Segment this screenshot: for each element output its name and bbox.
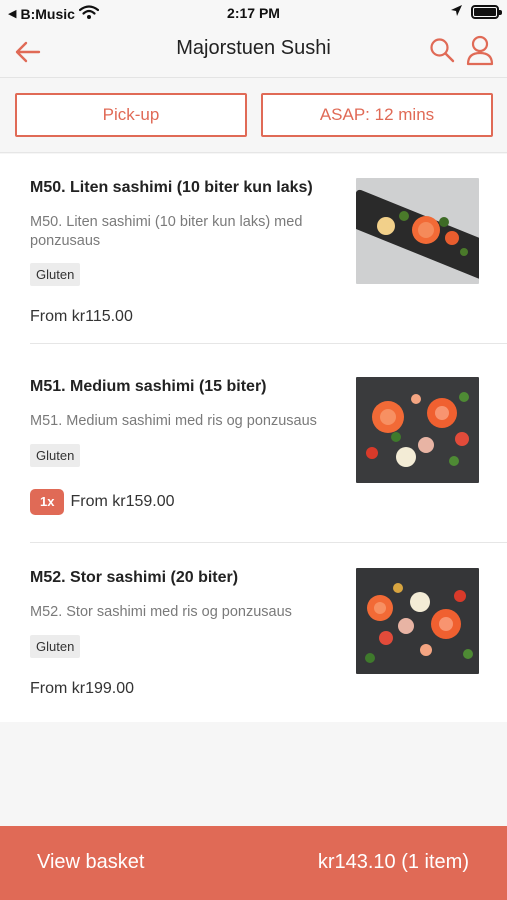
- view-basket-label: View basket: [37, 851, 145, 873]
- basket-total: kr143.10 (1 item): [317, 851, 469, 873]
- item-photo: [356, 568, 479, 674]
- item-photo: [356, 178, 479, 284]
- battery-icon: [471, 5, 502, 19]
- menu-item[interactable]: M52. Stor sashimi (20 biter) M52. Stor s…: [0, 544, 507, 734]
- order-options: Pick-up ASAP: 12 mins: [0, 79, 507, 153]
- item-title: M52. Stor sashimi (20 biter): [30, 569, 239, 586]
- user-icon[interactable]: [464, 34, 496, 66]
- item-title: M50. Liten sashimi (10 biter kun laks): [30, 179, 313, 196]
- quantity-badge: 1x: [30, 489, 65, 515]
- menu-item[interactable]: M51. Medium sashimi (15 biter) M51. Medi…: [0, 353, 507, 543]
- item-title: M51. Medium sashimi (15 biter): [30, 378, 267, 395]
- pickup-button[interactable]: Pick-up: [15, 93, 247, 137]
- menu-list: M50. Liten sashimi (10 biter kun laks) M…: [0, 154, 507, 722]
- item-description: M51. Medium sashimi med ris og ponzusaus: [30, 413, 317, 429]
- item-price: From kr159.00: [70, 493, 175, 510]
- menu-item[interactable]: M50. Liten sashimi (10 biter kun laks) M…: [0, 154, 507, 344]
- item-photo: [356, 377, 479, 483]
- item-price: From kr199.00: [30, 680, 135, 697]
- view-basket-bar[interactable]: View basket kr143.10 (1 item): [0, 826, 507, 900]
- price-row: From kr199.00: [30, 680, 134, 698]
- price-row: 1x From kr159.00: [30, 489, 175, 515]
- divider: [30, 542, 507, 543]
- allergen-tag: Gluten: [30, 444, 81, 467]
- status-bar: ◀ B:Music 2:17 PM: [0, 0, 507, 28]
- allergen-tag: Gluten: [30, 263, 81, 286]
- nav-bar: Majorstuen Sushi: [0, 28, 507, 78]
- item-description: M52. Stor sashimi med ris og ponzusaus: [30, 604, 292, 620]
- allergen-tag: Gluten: [30, 635, 81, 658]
- location-arrow-icon: [450, 4, 463, 20]
- search-icon[interactable]: [428, 36, 456, 64]
- item-price: From kr115.00: [30, 308, 133, 325]
- delivery-time-button[interactable]: ASAP: 12 mins: [261, 93, 493, 137]
- divider: [30, 343, 507, 344]
- status-right: [450, 4, 502, 20]
- item-description: M50. Liten sashimi (10 biter kun laks) m…: [30, 214, 303, 249]
- price-row: From kr115.00: [30, 308, 133, 326]
- status-time: 2:17 PM: [227, 5, 280, 21]
